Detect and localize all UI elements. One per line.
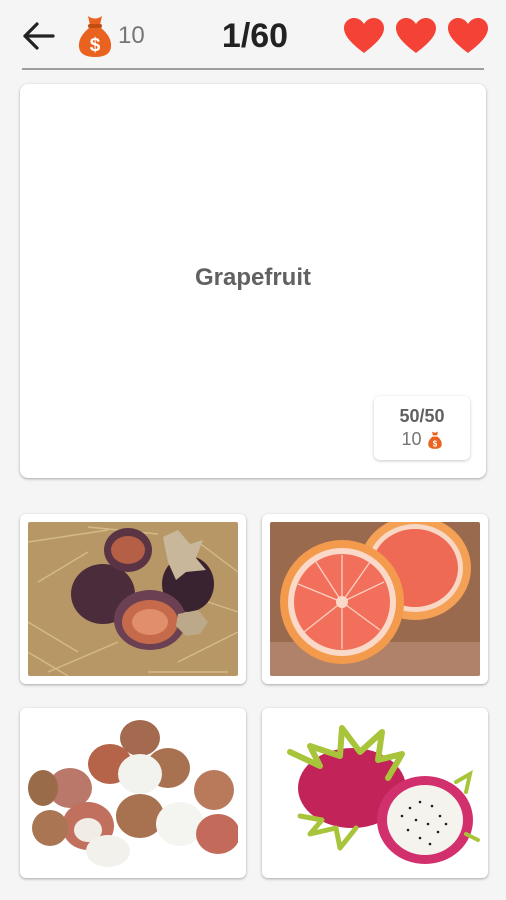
dragon-fruit-image xyxy=(270,716,480,870)
back-arrow-icon xyxy=(23,22,55,50)
lychee-image xyxy=(28,716,238,870)
figs-image xyxy=(28,522,238,676)
answer-option-4[interactable] xyxy=(262,708,488,878)
top-bar: $ 10 1/60 xyxy=(0,0,506,70)
score-reward: 10 $ xyxy=(401,429,442,450)
money-bag-icon: $ xyxy=(78,16,112,57)
score-points: 50/50 xyxy=(399,406,445,426)
svg-text:$: $ xyxy=(90,35,101,56)
question-card: Grapefruit 50/50 10 $ xyxy=(20,84,486,478)
heart-icon xyxy=(344,18,384,53)
reward-value: 10 xyxy=(401,429,422,449)
header-divider xyxy=(22,68,484,70)
lives-indicator xyxy=(342,16,490,56)
coin-counter: $ 10 xyxy=(76,12,145,60)
heart-icon xyxy=(448,18,488,53)
back-button[interactable] xyxy=(18,18,58,54)
heart-icon xyxy=(396,18,436,53)
coin-count: 10 xyxy=(118,22,145,49)
question-word: Grapefruit xyxy=(194,264,311,291)
question-progress: 1/60 xyxy=(221,17,289,55)
score-box: 50/50 10 $ xyxy=(374,396,470,460)
answer-option-1[interactable] xyxy=(20,514,246,684)
svg-text:$: $ xyxy=(432,439,437,448)
grapefruit-image xyxy=(270,522,480,676)
money-bag-icon: $ xyxy=(427,431,442,449)
answer-option-2[interactable] xyxy=(262,514,488,684)
answer-option-3[interactable] xyxy=(20,708,246,878)
